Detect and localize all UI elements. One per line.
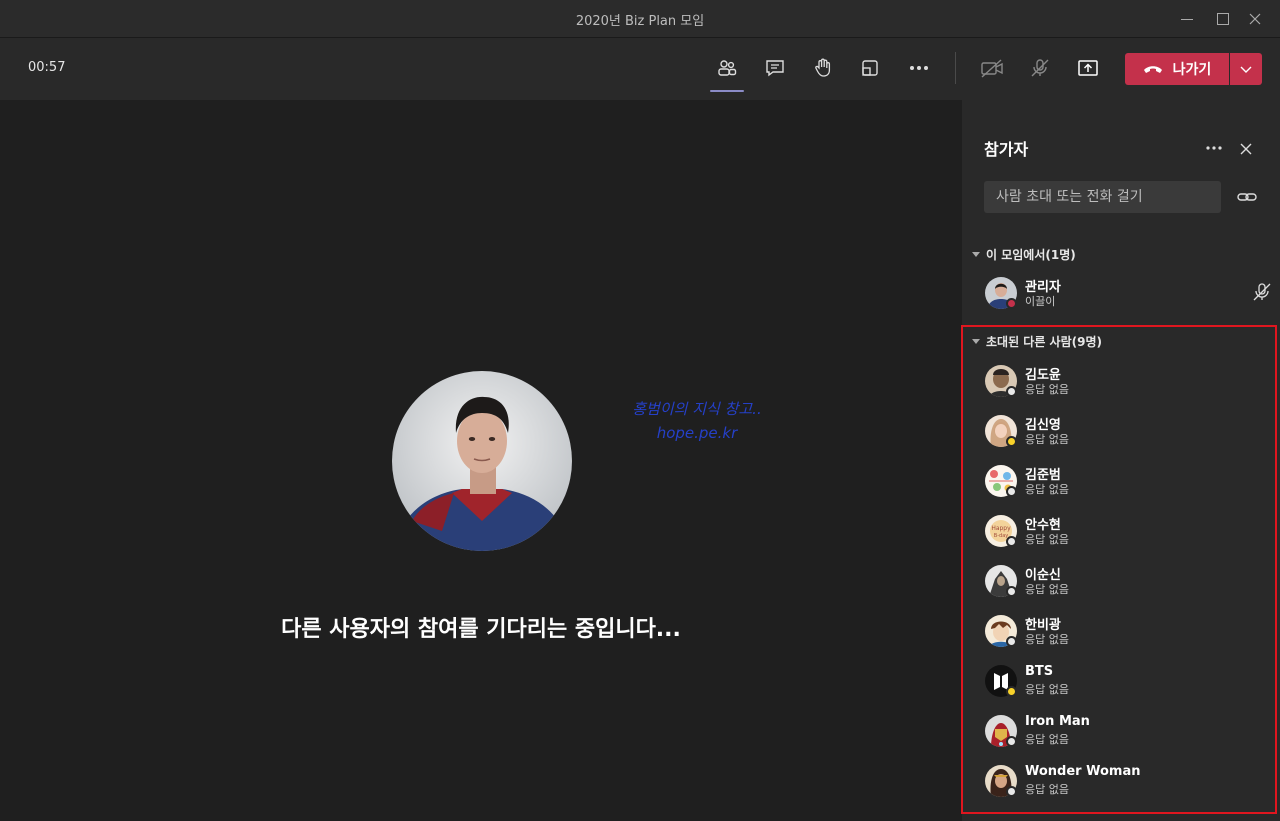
invited-participant-item[interactable]: 한비광 응답 없음: [984, 613, 1264, 653]
invited-participant-item[interactable]: 김준범 응답 없음: [984, 463, 1264, 503]
caret-down-icon: [972, 252, 980, 257]
participant-item[interactable]: 관리자 이끌이: [984, 275, 1271, 315]
invited-participant-item[interactable]: 김신영 응답 없음: [984, 413, 1264, 453]
status-offline-badge: [1006, 786, 1017, 797]
participant-name: BTS: [1025, 664, 1054, 679]
mic-off-icon: [1253, 283, 1271, 301]
share-tray-icon: [862, 60, 878, 76]
hang-up-icon: [1143, 66, 1162, 73]
status-offline-badge: [1006, 536, 1017, 547]
participant-status-text: 응답 없음: [1025, 533, 1069, 546]
link-icon: [1237, 193, 1257, 201]
participants-panel: 참가자 이 모임에서(1명) 관리자 이끌이: [962, 100, 1280, 821]
status-offline-badge: [1006, 586, 1017, 597]
participant-status-text: 응답 없음: [1025, 583, 1069, 596]
status-away-badge: [1006, 436, 1017, 447]
participant-status-text: 응답 없음: [1025, 733, 1069, 746]
svg-text:Happy: Happy: [991, 525, 1011, 532]
status-offline-badge: [1006, 736, 1017, 747]
waiting-message: 다른 사용자의 참여를 기다리는 중입니다...: [281, 617, 681, 642]
participant-name: Wonder Woman: [1025, 764, 1141, 779]
participant-name: Iron Man: [1025, 714, 1090, 729]
leave-label: 나가기: [1172, 62, 1212, 78]
share-screen-icon: [1078, 60, 1098, 76]
more-actions-button[interactable]: [902, 51, 936, 85]
close-icon: [1249, 13, 1261, 25]
invited-participant-item[interactable]: Wonder Woman 응답 없음: [984, 763, 1264, 803]
chat-icon: [766, 60, 784, 77]
invited-section-header[interactable]: 초대된 다른 사람(9명): [972, 333, 1102, 350]
more-icon: [1206, 146, 1222, 150]
invited-participant-item[interactable]: Iron Man 응답 없음: [984, 713, 1264, 753]
mic-toggle-button[interactable]: [1023, 51, 1057, 85]
meeting-stage: 홍범이의 지식 창고.. hope.pe.kr 다른 사용자의 참여를 기다리는…: [0, 100, 962, 821]
status-offline-badge: [1006, 386, 1017, 397]
participant-status-text: 응답 없음: [1025, 683, 1069, 696]
copy-link-button[interactable]: [1236, 186, 1258, 208]
close-window-button[interactable]: [1244, 8, 1266, 30]
toolbar-divider: [955, 52, 956, 84]
chat-button[interactable]: [758, 51, 792, 85]
status-away-badge: [1006, 686, 1017, 697]
participant-mic-button[interactable]: [1251, 281, 1273, 303]
participant-status-text: 응답 없음: [1025, 383, 1069, 396]
invited-participant-item[interactable]: Happy B-day 안수현 응답 없음: [984, 513, 1264, 553]
participant-role: 이끌이: [1025, 295, 1056, 308]
invited-participant-item[interactable]: BTS 응답 없음: [984, 663, 1264, 703]
close-icon: [1240, 143, 1252, 155]
invited-participant-item[interactable]: 김도윤 응답 없음: [984, 363, 1264, 403]
title-bar: 2020년 Biz Plan 모임: [0, 0, 1280, 38]
in-meeting-section-header[interactable]: 이 모임에서(1명): [972, 246, 1076, 263]
status-offline-badge: [1006, 486, 1017, 497]
participant-status-text: 응답 없음: [1025, 783, 1069, 796]
share-tray-button[interactable]: [853, 51, 887, 85]
panel-title: 참가자: [984, 140, 1029, 159]
organizer-avatar: [392, 371, 572, 551]
participant-status-text: 응답 없음: [1025, 483, 1069, 496]
mic-off-icon: [1031, 59, 1049, 77]
panel-close-button[interactable]: [1236, 139, 1256, 159]
camera-toggle-button[interactable]: [975, 51, 1009, 85]
participant-status-text: 응답 없음: [1025, 433, 1069, 446]
raise-hand-button[interactable]: [806, 51, 840, 85]
leave-options-dropdown[interactable]: [1230, 53, 1262, 85]
caret-down-icon: [972, 339, 980, 344]
meeting-toolbar: 00:57 나가기: [0, 38, 1280, 100]
invite-input[interactable]: [984, 181, 1221, 213]
status-busy-badge: [1006, 298, 1017, 309]
maximize-button[interactable]: [1212, 8, 1234, 30]
invited-header-label: 초대된 다른 사람(9명): [986, 335, 1102, 349]
window-title: 2020년 Biz Plan 모임: [575, 14, 705, 29]
participant-status-text: 응답 없음: [1025, 633, 1069, 646]
organizer-avatar-image: [392, 371, 572, 551]
raise-hand-icon: [815, 58, 831, 77]
in-meeting-header-label: 이 모임에서(1명): [986, 248, 1076, 262]
chevron-down-icon: [1240, 66, 1252, 73]
watermark: 홍범이의 지식 창고.. hope.pe.kr: [597, 397, 797, 445]
camera-off-icon: [981, 59, 1003, 78]
leave-button[interactable]: 나가기: [1125, 53, 1229, 85]
participants-button[interactable]: [710, 51, 744, 92]
panel-more-button[interactable]: [1202, 138, 1226, 158]
watermark-line2: hope.pe.kr: [656, 424, 738, 442]
status-offline-badge: [1006, 636, 1017, 647]
share-screen-button[interactable]: [1071, 51, 1105, 85]
invited-participant-item[interactable]: 이순신 응답 없음: [984, 563, 1264, 603]
more-icon: [910, 66, 928, 70]
call-timer: 00:57: [28, 60, 66, 75]
watermark-line1: 홍범이의 지식 창고..: [632, 400, 762, 418]
participants-icon: [718, 60, 737, 76]
minimize-button[interactable]: [1177, 8, 1199, 30]
